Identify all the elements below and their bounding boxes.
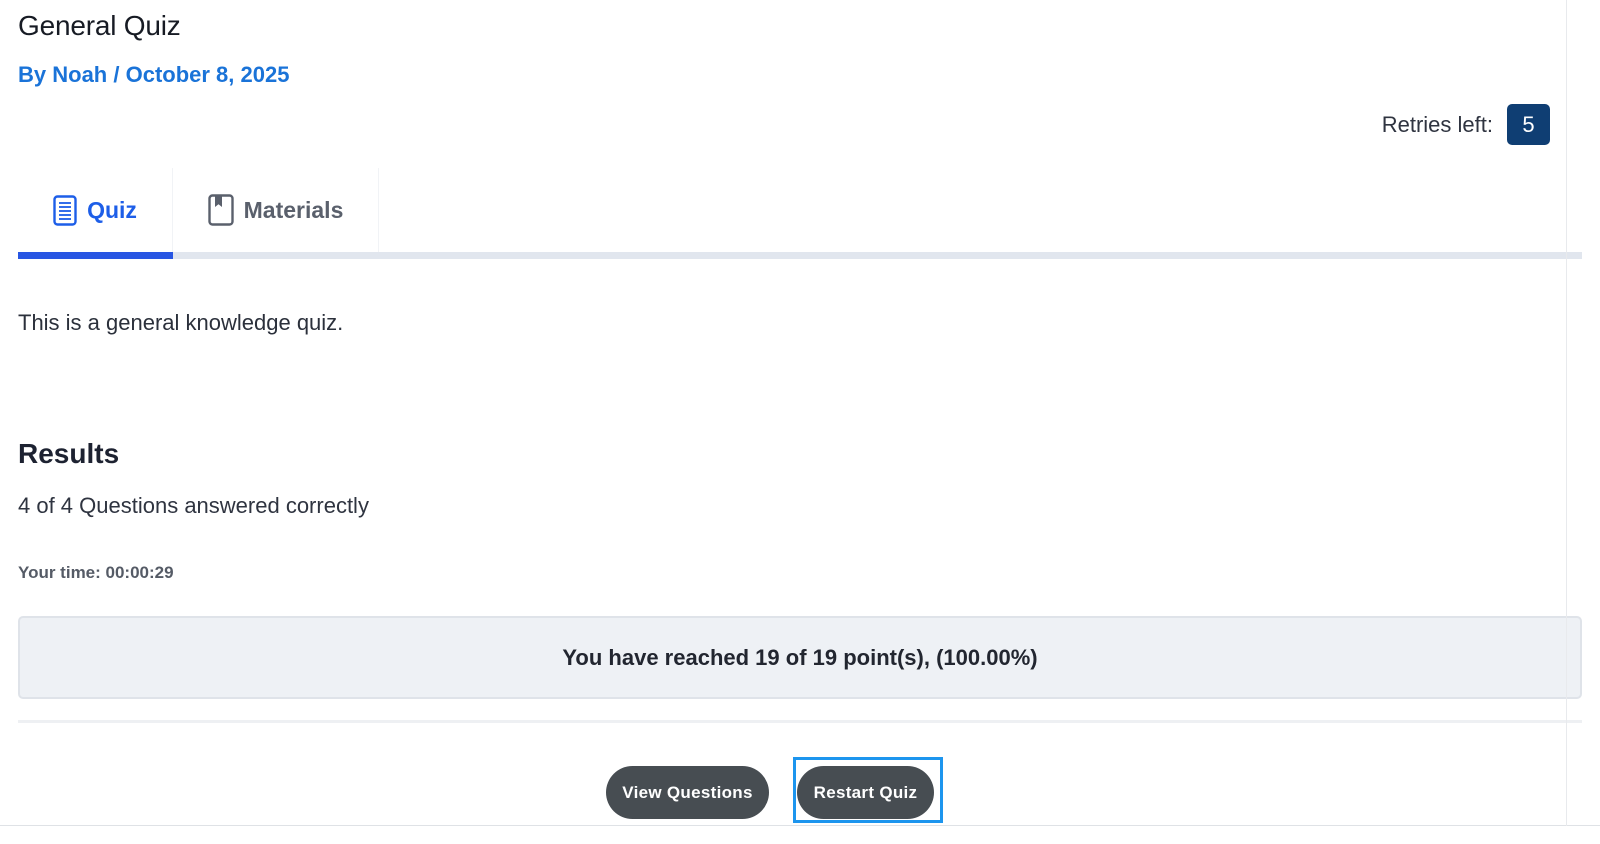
tab-materials-label: Materials xyxy=(243,196,344,223)
section-divider xyxy=(18,720,1582,723)
page-bottom-border xyxy=(0,825,1600,826)
questions-answered-text: 4 of 4 Questions answered correctly xyxy=(18,493,369,518)
retries-label: Retries left: xyxy=(1381,111,1493,137)
restart-quiz-button[interactable]: Restart Quiz xyxy=(797,766,934,819)
view-questions-button[interactable]: View Questions xyxy=(606,766,769,819)
document-lines-icon xyxy=(53,194,77,226)
tabs-track xyxy=(18,252,1582,259)
tab-materials[interactable]: Materials xyxy=(172,168,379,252)
score-summary-box: You have reached 19 of 19 point(s), (100… xyxy=(18,616,1582,699)
active-tab-indicator xyxy=(18,252,173,259)
author-link[interactable]: Noah xyxy=(52,62,107,87)
byline-prefix: By xyxy=(18,62,53,87)
tab-quiz-label: Quiz xyxy=(87,196,137,223)
page-right-border xyxy=(1566,0,1567,826)
quiz-tabs: Quiz Materials xyxy=(18,168,1582,260)
bookmark-book-icon xyxy=(207,194,234,226)
quiz-description: This is a general knowledge quiz. xyxy=(18,310,344,335)
results-heading: Results xyxy=(18,438,120,469)
retries-count-badge: 5 xyxy=(1507,104,1550,145)
elapsed-time-text: Your time: 00:00:29 xyxy=(18,563,174,582)
retries-indicator: Retries left: 5 xyxy=(1382,104,1550,145)
tab-quiz[interactable]: Quiz xyxy=(18,168,172,252)
score-summary-text: You have reached 19 of 19 point(s), (100… xyxy=(562,644,1038,670)
post-byline: By Noah / October 8, 2025 xyxy=(18,62,289,88)
page-title: General Quiz xyxy=(18,10,181,41)
date-link[interactable]: October 8, 2025 xyxy=(126,62,290,87)
byline-separator: / xyxy=(107,62,126,87)
